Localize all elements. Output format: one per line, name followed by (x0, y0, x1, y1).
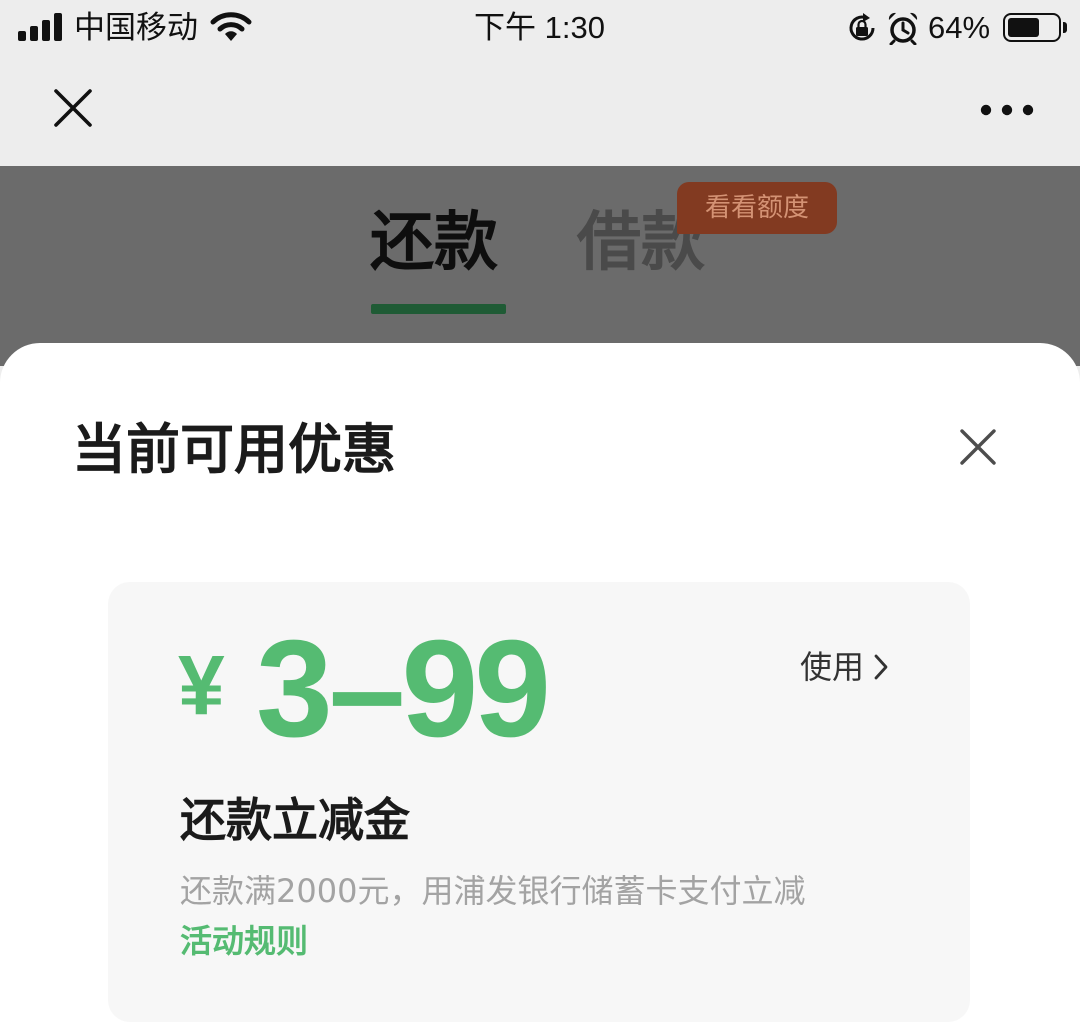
signal-icon (18, 13, 62, 41)
carrier-name: 中国移动 (74, 10, 198, 45)
badge-label: 看看额度 (704, 193, 809, 223)
tab-repay[interactable]: 还款 (370, 211, 498, 275)
rotation-lock-icon (849, 13, 875, 41)
wifi-icon (210, 12, 252, 41)
close-icon[interactable] (960, 429, 996, 465)
active-tab-indicator (371, 304, 506, 314)
use-label: 使用 (800, 648, 865, 686)
dimmed-page-area (0, 166, 1080, 366)
coupon-description: 还款满2000元，用浦发银行储蓄卡支付立减 (180, 872, 806, 910)
chevron-right-icon (874, 654, 888, 680)
sheet-title: 当前可用优惠 (72, 418, 396, 481)
status-bar: 中国移动 下午 1:30 64% (0, 0, 1080, 56)
activity-rules-link[interactable]: 活动规则 (180, 925, 308, 957)
use-coupon-button[interactable]: 使用 (800, 646, 888, 688)
close-icon[interactable] (53, 88, 93, 128)
credit-limit-badge[interactable]: 看看额度 (677, 182, 837, 234)
coupon-amount: 3–99 (256, 612, 551, 766)
more-icon[interactable] (980, 102, 1034, 118)
coupon-currency: ¥ (178, 638, 225, 732)
status-time: 下午 1:30 (474, 10, 605, 45)
battery-icon (1003, 13, 1067, 42)
coupon-title: 还款立减金 (180, 793, 410, 847)
alarm-icon (888, 12, 918, 45)
battery-percent: 64% (928, 10, 991, 45)
